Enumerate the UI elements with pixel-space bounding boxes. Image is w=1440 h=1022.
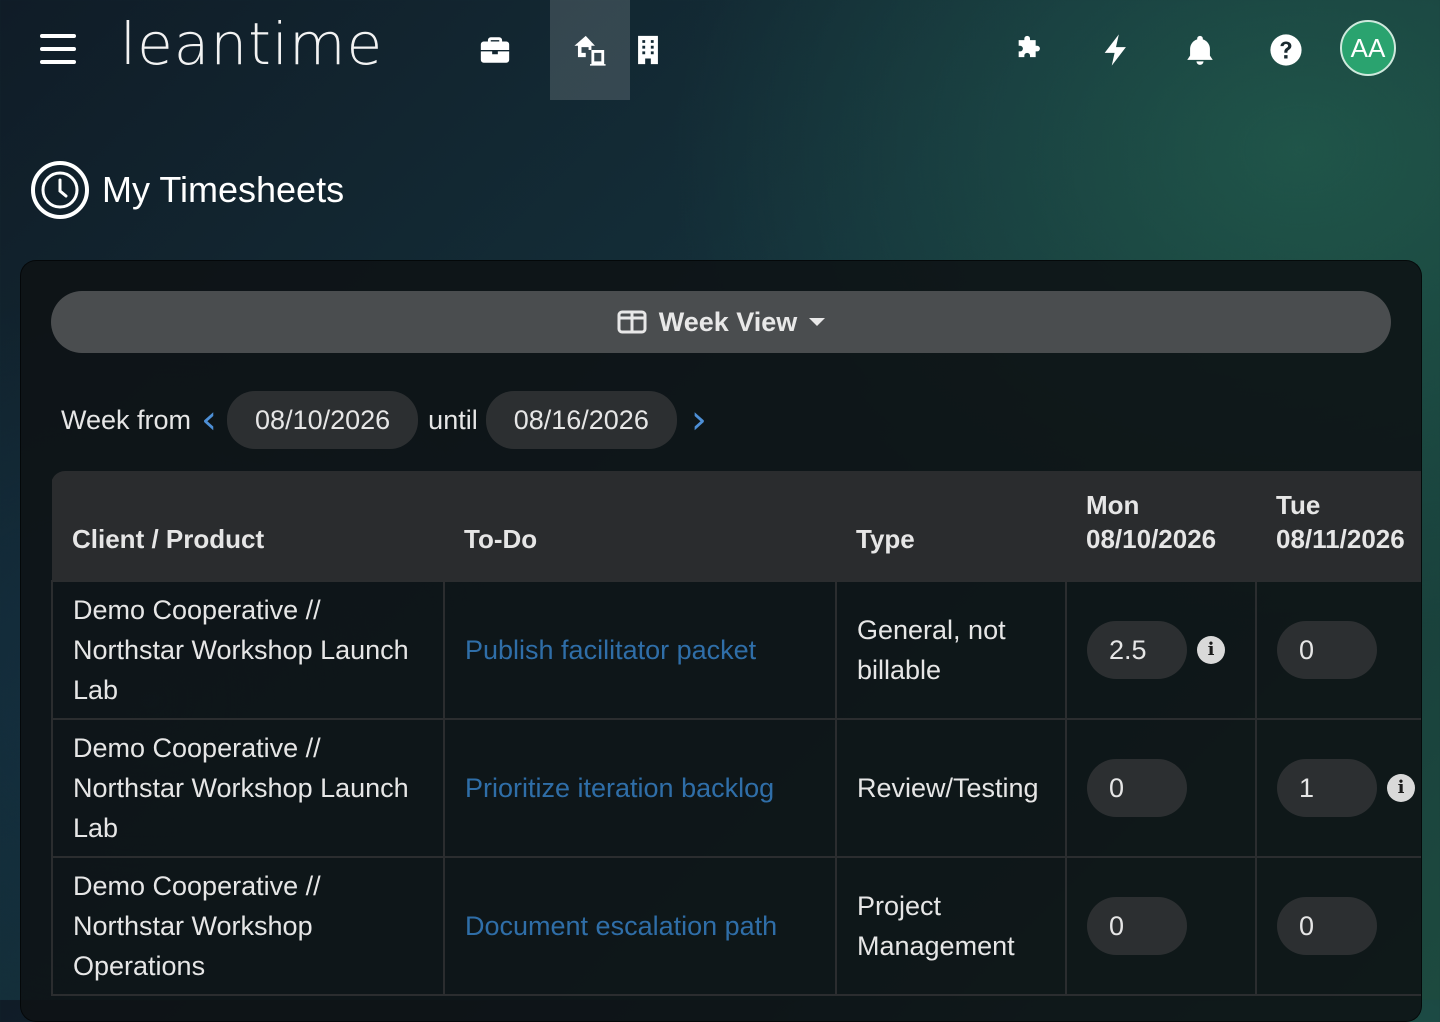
tue-hours-input[interactable]: 0 bbox=[1277, 897, 1377, 955]
to-date-input[interactable]: 08/16/2026 bbox=[485, 391, 677, 449]
caret-down-icon bbox=[809, 318, 826, 326]
help-icon[interactable] bbox=[1246, 0, 1326, 100]
col-header-type[interactable]: Type bbox=[836, 471, 1066, 581]
view-dropdown-button[interactable]: Week View bbox=[51, 291, 1391, 353]
lightning-icon[interactable] bbox=[1076, 0, 1156, 100]
table-row: Demo Cooperative // Northstar Workshop L… bbox=[51, 580, 1421, 720]
view-label: Week View bbox=[658, 306, 798, 337]
clock-icon bbox=[31, 161, 89, 219]
week-from-label: Week from bbox=[61, 404, 192, 435]
leantime-logo[interactable]: leantime bbox=[120, 10, 383, 78]
timesheet-card: Week View Week from ‹ 08/10/2026 until 0… bbox=[20, 260, 1422, 1022]
todo-link[interactable]: Prioritize iteration backlog bbox=[443, 718, 837, 858]
todo-link[interactable]: Document escalation path bbox=[443, 856, 837, 996]
building-icon[interactable] bbox=[608, 0, 688, 100]
client-cell: Demo Cooperative // Northstar Workshop L… bbox=[51, 580, 445, 720]
tue-date: 08/11/2026 bbox=[1276, 524, 1405, 554]
client-cell: Demo Cooperative // Northstar Workshop L… bbox=[51, 718, 445, 858]
type-cell: Project Management bbox=[835, 856, 1067, 996]
client-cell: Demo Cooperative // Northstar Workshop O… bbox=[51, 856, 445, 996]
todo-link[interactable]: Publish facilitator packet bbox=[443, 580, 837, 720]
type-cell: Review/Testing bbox=[835, 718, 1067, 858]
page-title: My Timesheets bbox=[102, 169, 345, 210]
type-cell: General, not billable bbox=[835, 580, 1067, 720]
menu-icon[interactable] bbox=[40, 34, 76, 66]
tue-hours-cell: 0 bbox=[1255, 580, 1421, 720]
col-header-tue: Tue 08/11/2026 bbox=[1256, 471, 1421, 581]
table-row: Demo Cooperative // Northstar Workshop O… bbox=[51, 856, 1421, 996]
timesheet-table: Client / Product To-Do Type Mon 08/10/202… bbox=[51, 471, 1421, 996]
mon-hours-input[interactable]: 2.5 bbox=[1087, 621, 1187, 679]
until-label: until bbox=[428, 404, 478, 435]
mon-hours-cell: 0 bbox=[1065, 856, 1257, 996]
chevron-left-icon[interactable]: ‹ bbox=[201, 400, 217, 440]
info-icon[interactable]: i bbox=[1197, 636, 1225, 664]
avatar[interactable]: AA bbox=[1340, 20, 1396, 76]
col-header-mon: Mon 08/10/2026 bbox=[1066, 471, 1256, 581]
puzzle-icon[interactable] bbox=[990, 0, 1070, 100]
mon-date: 08/10/2026 bbox=[1086, 524, 1217, 554]
col-header-todo[interactable]: To-Do bbox=[444, 471, 836, 581]
table-header-row: Client / Product To-Do Type Mon 08/10/202… bbox=[52, 471, 1421, 581]
top-bar: leantime AA bbox=[0, 0, 1440, 100]
tue-hours-cell: 0 bbox=[1255, 856, 1421, 996]
mon-hours-input[interactable]: 0 bbox=[1087, 897, 1187, 955]
col-header-client[interactable]: Client / Product bbox=[52, 471, 444, 581]
tue-day: Tue bbox=[1276, 490, 1321, 520]
table-row: Demo Cooperative // Northstar Workshop L… bbox=[51, 718, 1421, 858]
briefcase-icon[interactable] bbox=[455, 0, 535, 100]
columns-icon bbox=[617, 310, 647, 334]
mon-hours-cell: 2.5 i bbox=[1065, 580, 1257, 720]
chevron-right-icon[interactable]: › bbox=[691, 400, 707, 440]
from-date-input[interactable]: 08/10/2026 bbox=[227, 391, 419, 449]
bell-icon[interactable] bbox=[1160, 0, 1240, 100]
tue-hours-cell: 1i bbox=[1255, 718, 1421, 858]
mon-hours-cell: 0 bbox=[1065, 718, 1257, 858]
date-range: Week from ‹ 08/10/2026 until 08/16/2026 … bbox=[61, 391, 717, 449]
mon-hours-input[interactable]: 0 bbox=[1087, 759, 1187, 817]
tue-hours-input[interactable]: 0 bbox=[1277, 621, 1377, 679]
mon-day: Mon bbox=[1086, 490, 1140, 520]
timesheet-table-wrapper: Client / Product To-Do Type Mon 08/10/202… bbox=[51, 471, 1421, 1021]
page-header: My Timesheets bbox=[30, 160, 344, 220]
tue-hours-input[interactable]: 1 bbox=[1277, 759, 1377, 817]
info-icon[interactable]: i bbox=[1387, 774, 1415, 802]
